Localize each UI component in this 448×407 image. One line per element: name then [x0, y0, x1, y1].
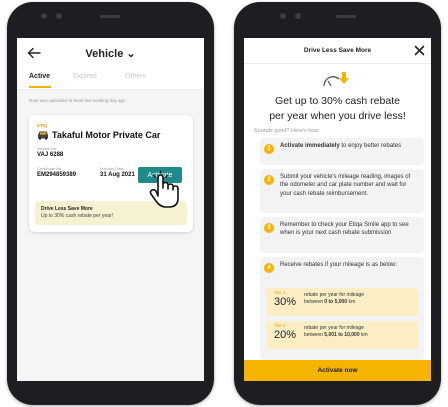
step-2: 2 Submit your vehicle's mileage reading,… [260, 169, 424, 213]
phone-right: Drive Less Save More Get up to 30% cash … [234, 2, 441, 405]
speaker-grille [100, 15, 120, 18]
step-text: Receive rebates if your mileage is as be… [280, 262, 398, 268]
modal-title: Drive Less Save More [303, 47, 372, 54]
step-number: 2 [264, 175, 274, 185]
sensor-icon [295, 13, 301, 19]
headline-line-2: per year when you drive less! [269, 110, 406, 122]
speedometer-arrow-icon [323, 72, 349, 87]
promo-title: Drive Less Save More [41, 206, 93, 212]
header-bar: Vehicle ⌄ [17, 38, 204, 68]
tier-prefix: between [304, 299, 325, 305]
tier-prefix: between [304, 332, 325, 338]
vehicle-no-label: Vehicle No. [37, 146, 58, 151]
tier-1: Tier 1 30% rebate per year for mileage b… [266, 288, 418, 316]
tier-line-2: between 0 to 5,000 km [304, 299, 364, 306]
tier-description: rebate per year for mileage between 0 to… [304, 292, 364, 306]
step-3: 3 Remember to check your Etiqa Smile app… [260, 217, 424, 253]
tap-hand-icon [149, 170, 179, 208]
maturity-label: Maturity Date [100, 166, 124, 171]
camera-icon [41, 13, 47, 19]
step-text: Activate immediately to enjoy better reb… [280, 142, 418, 150]
camera-icon [280, 13, 286, 19]
tier-percent: 30% [274, 296, 297, 308]
close-icon[interactable] [414, 45, 425, 56]
modal-header: Drive Less Save More [244, 38, 431, 64]
sensor-icon [56, 13, 62, 19]
how-to-intro: Sounds good? Here's how: [254, 128, 320, 134]
product-name: Takaful Motor Private Car [52, 130, 161, 140]
tier-unit: km [347, 299, 356, 305]
maturity-value: 31 Aug 2021 [100, 172, 135, 178]
phone-left: Vehicle ⌄ Active Expired Others Data was… [7, 2, 214, 405]
step-number: 1 [264, 144, 274, 154]
tier-range: 0 to 5,000 [324, 299, 348, 305]
tab-others[interactable]: Others [125, 73, 146, 80]
drive-less-modal: Drive Less Save More Get up to 30% cash … [244, 38, 431, 381]
tier-2: Tier 2 20% rebate per year for mileage b… [266, 321, 418, 349]
tier-range: 5,001 to 10,000 [324, 332, 360, 338]
brand-label: ETIQ [37, 123, 48, 128]
headline: Get up to 30% cash rebate per year when … [244, 94, 431, 124]
tier-label: Tier 1 [274, 290, 286, 295]
certificate-label: Certificate No. [37, 166, 63, 171]
tab-expired[interactable]: Expired [73, 73, 97, 80]
tier-unit: km [359, 332, 368, 338]
tab-bar: Active Expired Others [17, 68, 204, 90]
step-bold: Activate immediately [280, 143, 340, 149]
step-text: Submit your vehicle's mileage reading, i… [280, 174, 411, 197]
speaker-grille [336, 15, 356, 18]
promo-text: Up to 30% cash rebate per year! [41, 213, 113, 219]
tier-description: rebate per year for mileage between 5,00… [304, 325, 368, 339]
step-number: 3 [264, 223, 274, 233]
step-text: Remember to check your Etiqa Smile app t… [280, 222, 409, 237]
tier-line-1: rebate per year for mileage [304, 325, 365, 331]
page-title[interactable]: Vehicle ⌄ [17, 47, 204, 60]
upload-notice: Data was uploaded at least two working d… [29, 98, 126, 103]
step-1: 1 Activate immediately to enjoy better r… [260, 138, 424, 165]
tier-percent: 20% [274, 329, 297, 341]
headline-line-1: Get up to 30% cash rebate [275, 95, 400, 107]
step-number: 4 [264, 263, 274, 273]
activate-now-button[interactable]: Activate now [244, 360, 431, 381]
step-rest: to enjoy better rebates [339, 143, 402, 149]
vehicle-no-value: VAJ 6288 [37, 152, 64, 158]
certificate-value: EM294859389 [37, 172, 77, 178]
car-icon [38, 131, 48, 140]
active-tab-indicator [29, 86, 51, 88]
tab-active[interactable]: Active [29, 73, 50, 80]
tier-label: Tier 2 [274, 323, 286, 328]
tier-line-2: between 5,001 to 10,000 km [304, 332, 368, 339]
tier-line-1: rebate per year for mileage [304, 292, 365, 298]
vehicle-screen: Vehicle ⌄ Active Expired Others Data was… [17, 38, 204, 381]
